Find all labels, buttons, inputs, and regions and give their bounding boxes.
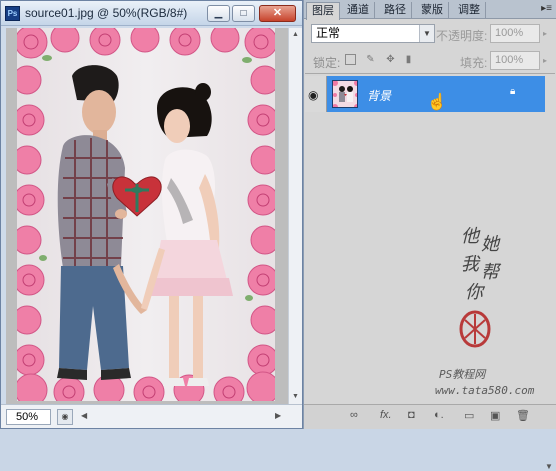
photoshop-logo-icon: Ps: [5, 6, 20, 21]
vertical-scrollbar[interactable]: ▲ ▼: [288, 28, 302, 404]
tab-adjustments[interactable]: 调整: [453, 2, 486, 19]
lock-position-icon[interactable]: ✥: [385, 54, 396, 65]
fill-field[interactable]: 100%: [490, 51, 540, 70]
link-layers-icon[interactable]: ∞: [350, 409, 358, 421]
scroll-left-icon[interactable]: ◀: [81, 411, 87, 420]
watermark-char: 你: [465, 282, 486, 303]
status-menu-icon[interactable]: ◉: [57, 409, 73, 425]
close-button[interactable]: ✕: [259, 5, 296, 22]
watermark-char: 她: [481, 234, 501, 255]
document-window: Ps source01.jpg @ 50%(RGB/8#) ▁ □ ✕ ▲ ▼ …: [0, 0, 303, 429]
adjustment-layer-icon[interactable]: ◐.: [434, 409, 444, 421]
lock-all-icon[interactable]: ▮: [403, 54, 414, 65]
watermark-url: www.tata580.com: [435, 384, 535, 397]
opacity-field[interactable]: 100%: [490, 24, 540, 43]
add-mask-icon[interactable]: ◘: [408, 409, 415, 421]
layers-panel: 图层 通道 路径 蒙版 调整 ▸≡ 正常 ▼ 不透明度: 100% ▸ 锁定: …: [303, 0, 556, 471]
blend-mode-select[interactable]: 正常 ▼: [311, 24, 435, 43]
scroll-down-icon[interactable]: ▼: [545, 462, 553, 471]
fx-icon[interactable]: fx.: [380, 409, 392, 421]
layers-panel-toolbar: ∞ fx. ◘ ◐. ▭ ▣ 🗑: [304, 404, 556, 429]
opacity-label: 不透明度:: [436, 29, 488, 43]
watermark: 他 她 我 帮 你 PS教程网 www.tata580.com: [435, 226, 535, 397]
scroll-right-icon[interactable]: ▶: [275, 411, 281, 420]
tab-masks[interactable]: 蒙版: [416, 2, 449, 19]
new-layer-icon[interactable]: ▣: [490, 409, 500, 422]
photo-image: [17, 28, 275, 401]
scroll-up-icon[interactable]: ▲: [289, 28, 302, 42]
scroll-down-icon[interactable]: ▼: [289, 390, 302, 404]
fill-arrow-icon[interactable]: ▸: [543, 56, 547, 65]
tab-paths[interactable]: 路径: [379, 2, 412, 19]
watermark-seal-icon: [459, 310, 491, 348]
watermark-char: 我: [461, 254, 481, 275]
document-statusbar: 50% ◉ ◀ ▶: [1, 404, 302, 428]
document-titlebar[interactable]: Ps source01.jpg @ 50%(RGB/8#) ▁ □ ✕: [1, 1, 302, 26]
lock-transparent-pixels-icon[interactable]: [345, 54, 356, 65]
delete-layer-icon[interactable]: 🗑: [516, 409, 530, 422]
canvas-area[interactable]: [6, 28, 288, 404]
watermark-char: 帮: [481, 262, 502, 283]
maximize-button[interactable]: □: [232, 5, 255, 22]
zoom-field[interactable]: 50%: [6, 409, 51, 425]
chevron-down-icon: ▼: [419, 25, 434, 42]
photo-illustration: [17, 28, 275, 401]
panel-tab-bar: 图层 通道 路径 蒙版 调整 ▸≡: [304, 0, 556, 20]
minimize-button[interactable]: ▁: [207, 5, 230, 22]
tab-channels[interactable]: 通道: [342, 2, 375, 19]
lock-image-pixels-icon[interactable]: ✎: [365, 54, 376, 65]
watermark-char: 他: [461, 226, 481, 247]
panel-menu-icon[interactable]: ▸≡: [541, 3, 552, 14]
document-title: source01.jpg @ 50%(RGB/8#): [25, 6, 188, 20]
layer-list[interactable]: ◉ 背景 🔒︎ ☝ 他 她 我 帮 你 PS教程网 www.tata580.co…: [305, 73, 555, 471]
fill-label: 填充:: [460, 56, 488, 70]
opacity-arrow-icon[interactable]: ▸: [543, 29, 547, 38]
lock-label: 锁定:: [313, 56, 341, 70]
watermark-site-label: PS教程网: [439, 368, 487, 381]
tab-layers[interactable]: 图层: [306, 2, 340, 20]
new-group-icon[interactable]: ▭: [464, 409, 474, 422]
blend-mode-value: 正常: [316, 26, 341, 40]
